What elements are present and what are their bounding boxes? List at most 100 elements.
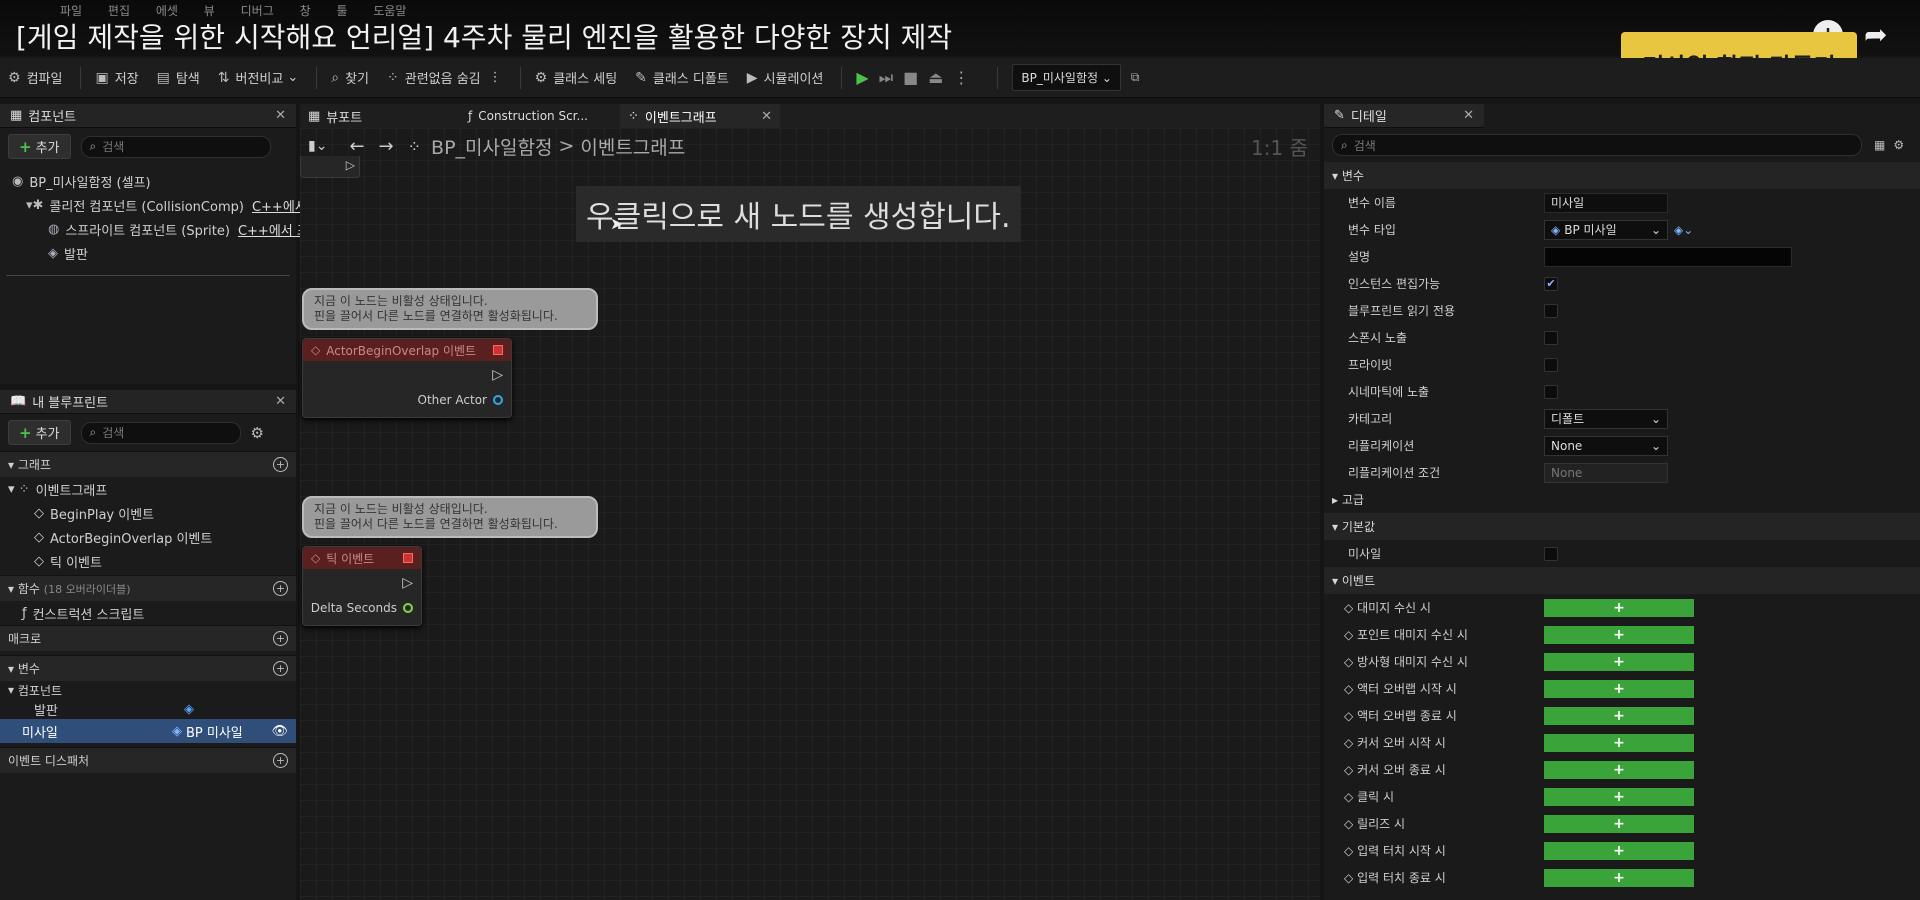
add-event-button[interactable]: + (1544, 679, 1694, 698)
add-event-button[interactable]: + (1544, 706, 1694, 725)
macros-section-header[interactable]: 매크로 + (0, 625, 296, 651)
close-icon[interactable]: ✕ (1463, 108, 1474, 123)
expose-spawn-checkbox[interactable] (1544, 330, 1558, 345)
event-graph-canvas[interactable]: ▮⌄ ← → ⁘ BP_미사일함정 > 이벤트그래프 1:1 줌 ▷ 우클릭으로… (300, 128, 1320, 900)
add-event-button[interactable]: + (1544, 598, 1694, 617)
exec-pin-icon[interactable]: ▷ (492, 367, 503, 383)
event-graph-item[interactable]: ▾ ⁘ 이벤트그래프 (0, 477, 296, 501)
close-icon[interactable]: ✕ (761, 109, 772, 124)
exec-pin-icon[interactable]: ▷ (402, 575, 413, 591)
play-icon[interactable]: ▶ (856, 68, 868, 87)
instance-editable-checkbox[interactable]: ✔ (1544, 276, 1558, 291)
find-button[interactable]: ⌕ 찾기 (331, 68, 369, 88)
breadcrumb-blueprint[interactable]: BP_미사일함정 (431, 133, 552, 160)
add-event-button[interactable]: + (1544, 787, 1694, 806)
construction-script-item[interactable]: ƒ 컨스트럭션 스크립트 (0, 601, 296, 625)
node-header[interactable]: ◇ ActorBeginOverlap 이벤트 (303, 339, 511, 361)
add-circle-icon[interactable]: + (273, 581, 288, 596)
back-arrow-icon[interactable]: ← (349, 136, 364, 157)
variable-section-header[interactable]: ▾ 변수 (1324, 162, 1920, 189)
components-search-input[interactable]: ⌕ 검색 (80, 135, 271, 158)
add-component-button[interactable]: + 추가 (8, 134, 71, 159)
actor-begin-overlap-node[interactable]: ◇ ActorBeginOverlap 이벤트 ▷ Other Actor (302, 338, 512, 418)
forward-arrow-icon[interactable]: → (379, 136, 394, 157)
add-event-button[interactable]: + (1544, 841, 1694, 860)
event-item[interactable]: ◇ ActorBeginOverlap 이벤트 (0, 525, 296, 549)
breadcrumb-graph[interactable]: 이벤트그래프 (580, 133, 685, 160)
component-item[interactable]: ▾✱ 콜리전 컴포넌트 (CollisionComp) C++에서 (0, 193, 307, 217)
tick-event-node[interactable]: ◇ 틱 이벤트 ▷ Delta Seconds (302, 546, 422, 626)
eject-icon[interactable]: ⏏ (928, 68, 943, 87)
default-section-header[interactable]: ▾ 기본값 (1324, 513, 1920, 540)
rep-condition-select[interactable]: None (1544, 462, 1668, 483)
bp-readonly-checkbox[interactable] (1544, 303, 1558, 318)
step-icon[interactable]: ⏭ (879, 68, 893, 88)
advanced-section-header[interactable]: ▸ 고급 (1324, 486, 1920, 513)
var-name-input[interactable]: 미사일 (1544, 192, 1668, 213)
details-tab[interactable]: ✎ 디테일 ✕ (1324, 104, 1484, 128)
replication-select[interactable]: None ⌄ (1544, 435, 1668, 456)
delegate-pin-icon[interactable] (403, 553, 413, 563)
tab-event-graph[interactable]: ⁘ 이벤트그래프 ✕ (620, 104, 780, 128)
add-event-button[interactable]: + (1544, 652, 1694, 671)
browse-button[interactable]: ▤ 탐색 (157, 68, 200, 88)
category-select[interactable]: 디폴트 ⌄ (1544, 408, 1668, 429)
delta-seconds-pin[interactable]: Delta Seconds (311, 601, 413, 615)
container-type-icon[interactable]: ◈⌄ (1674, 223, 1693, 237)
default-missile-checkbox[interactable] (1544, 546, 1558, 561)
variable-item[interactable]: 발판 ◈ (0, 699, 296, 719)
float-pin-icon[interactable] (403, 603, 413, 613)
details-search-input[interactable]: ⌕ 검색 (1332, 134, 1862, 156)
class-defaults-button[interactable]: ✎ 클래스 디폴트 (635, 68, 729, 88)
class-settings-button[interactable]: ⚙ 클래스 세팅 (535, 68, 618, 88)
exec-pin-icon[interactable]: ▷ (346, 158, 355, 172)
gear-icon[interactable]: ⚙ (251, 424, 264, 442)
my-blueprint-tab[interactable]: 📖 내 블루프린트 ✕ (0, 390, 296, 414)
private-checkbox[interactable] (1544, 357, 1558, 372)
debug-icon[interactable]: ⧉ (1131, 70, 1140, 85)
table-icon[interactable]: ▦ (1874, 138, 1885, 152)
component-item[interactable]: ◍ 스프라이트 컴포넌트 (Sprite) C++에서 표 (0, 217, 309, 241)
events-section-header[interactable]: ▾ 이벤트 (1324, 567, 1920, 594)
add-event-button[interactable]: + (1544, 868, 1694, 887)
cpp-link[interactable]: C++에서 표 (238, 220, 309, 239)
bookmark-icon[interactable]: ▮⌄ (308, 138, 327, 154)
close-icon[interactable]: ✕ (275, 394, 286, 409)
other-actor-pin[interactable]: Other Actor (418, 393, 503, 407)
eye-icon[interactable]: 👁 (271, 724, 288, 739)
diff-button[interactable]: ⇅ 버전비교 ⌄ (218, 68, 298, 88)
more-icon[interactable]: ⋮ (953, 68, 969, 87)
component-root[interactable]: ◉ BP_미사일함정 (셀프) (0, 169, 296, 193)
add-event-button[interactable]: + (1544, 733, 1694, 752)
event-item[interactable]: ◇ BeginPlay 이벤트 (0, 501, 296, 525)
components-subheader[interactable]: ▾ 컴포넌트 (0, 681, 296, 699)
delegate-pin-icon[interactable] (493, 345, 503, 355)
functions-section-header[interactable]: ▾ 함수 (18 오버라이더블) + (0, 575, 296, 601)
components-tab[interactable]: ▦ 컴포넌트 ✕ (0, 104, 296, 128)
object-pin-icon[interactable] (493, 395, 503, 405)
graph-section-header[interactable]: ▾ 그래프 + (0, 451, 296, 477)
expose-cinematic-checkbox[interactable] (1544, 384, 1558, 399)
cpp-link[interactable]: C++에서 (252, 196, 307, 215)
description-input[interactable] (1544, 246, 1792, 267)
compile-button[interactable]: ⚙ 컴파일 (8, 68, 62, 88)
add-circle-icon[interactable]: + (273, 753, 288, 768)
blueprint-debug-select[interactable]: BP_미사일함정 ⌄ (1012, 64, 1121, 91)
dispatchers-section-header[interactable]: 이벤트 디스패처 + (0, 747, 296, 773)
hide-unrelated-button[interactable]: ⁘ 관련없음 숨김 ⋮ (387, 68, 502, 88)
node-partial[interactable]: ▷ (300, 156, 360, 178)
save-button[interactable]: ▣ 저장 (95, 68, 138, 88)
add-event-button[interactable]: + (1544, 814, 1694, 833)
close-icon[interactable]: ✕ (275, 108, 286, 123)
gear-icon[interactable]: ⚙ (1893, 138, 1904, 152)
variable-item-selected[interactable]: 미사일 ◈ BP 미사일 👁 (0, 719, 296, 743)
tab-construction-script[interactable]: ƒ Construction Scr... (460, 109, 620, 123)
event-item[interactable]: ◇ 틱 이벤트 (0, 549, 296, 573)
simulation-button[interactable]: ▶ 시뮬레이션 (747, 68, 824, 88)
component-item[interactable]: ◈ 발판 (0, 241, 296, 265)
add-event-button[interactable]: + (1544, 625, 1694, 644)
node-header[interactable]: ◇ 틱 이벤트 (303, 547, 421, 569)
variables-section-header[interactable]: ▾ 변수 + (0, 655, 296, 681)
var-type-select[interactable]: ◈ BP 미사일 ⌄ (1544, 219, 1668, 240)
tab-viewport[interactable]: ▦ 뷰포트 (300, 107, 460, 126)
